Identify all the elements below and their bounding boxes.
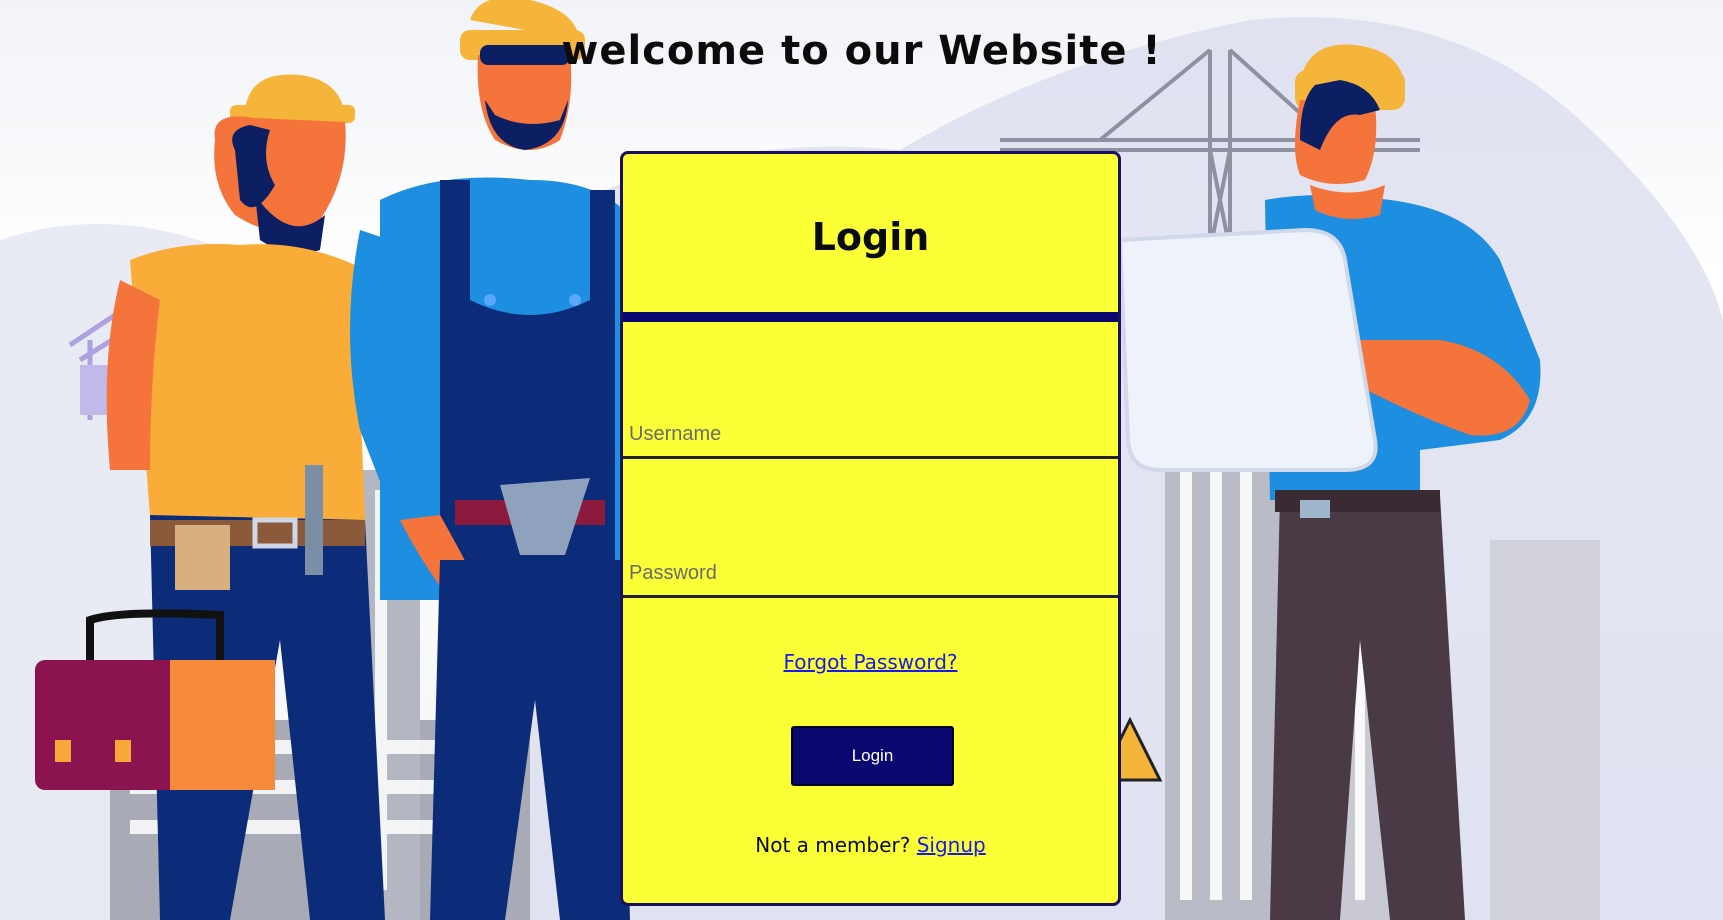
login-actions: Forgot Password? Login Not a member? Sig… — [623, 598, 1118, 898]
password-input[interactable] — [623, 551, 1118, 595]
login-card: Login Forgot Password? Login Not a membe… — [620, 151, 1121, 906]
password-field-wrapper — [623, 459, 1118, 598]
page-title: welcome to our Website ! — [561, 28, 1162, 74]
signup-prompt-line: Not a member? Signup — [623, 833, 1118, 857]
signup-prompt-text: Not a member? — [755, 833, 917, 857]
login-button[interactable]: Login — [791, 726, 954, 786]
username-input[interactable] — [623, 412, 1118, 456]
forgot-password-link[interactable]: Forgot Password? — [623, 650, 1118, 674]
page: welcome to our Website ! Login Forgot Pa… — [0, 0, 1723, 920]
login-heading: Login — [811, 215, 930, 259]
signup-link[interactable]: Signup — [917, 833, 986, 857]
username-field-wrapper — [623, 322, 1118, 459]
login-card-header: Login — [623, 154, 1118, 322]
